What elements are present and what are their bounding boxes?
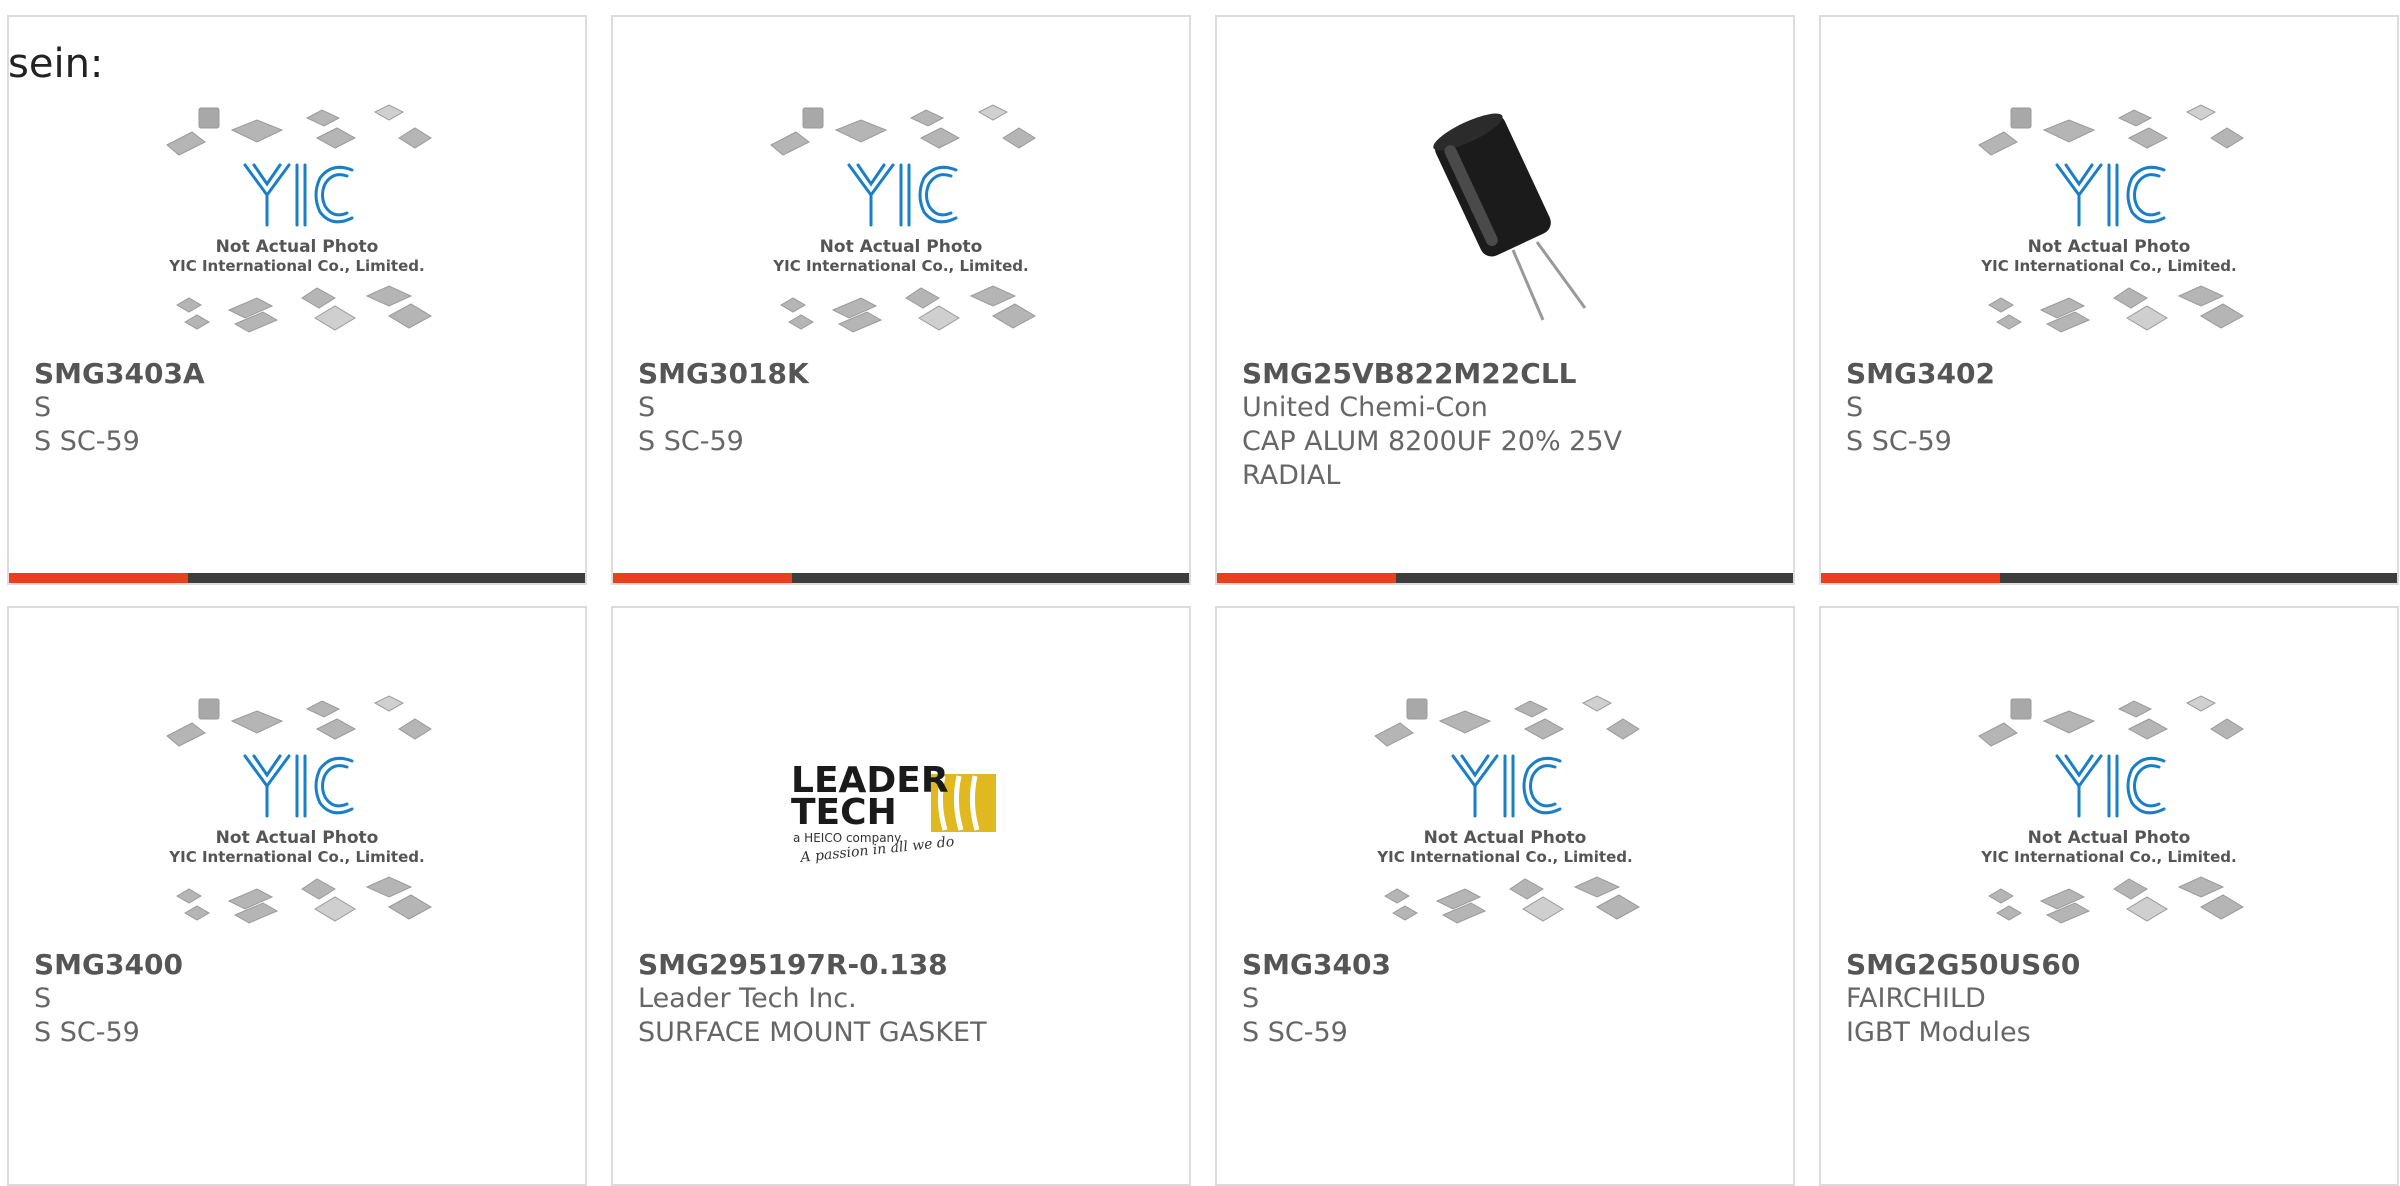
product-image[interactable]: LEADER TECH a HEICO company A passion in… xyxy=(613,668,1189,953)
placeholder-line2: YIC International Co., Limited. xyxy=(168,848,424,866)
part-number[interactable]: SMG295197R-0.138 xyxy=(638,948,1169,982)
placeholder-line1: Not Actual Photo xyxy=(1424,828,1587,848)
lead-text: sein: xyxy=(8,41,104,87)
product-card[interactable]: Not Actual Photo YIC International Co., … xyxy=(1215,606,1795,1186)
part-number[interactable]: SMG3400 xyxy=(34,948,565,982)
part-number[interactable]: SMG3403 xyxy=(1242,948,1773,982)
product-image[interactable]: Not Actual Photo YIC International Co., … xyxy=(1821,77,2397,362)
placeholder-line2: YIC International Co., Limited. xyxy=(1980,848,2236,866)
manufacturer: S xyxy=(34,392,52,423)
leadertech-logo: LEADER TECH a HEICO company A passion in… xyxy=(791,760,996,866)
product-card[interactable]: LEADER TECH a HEICO company A passion in… xyxy=(611,606,1191,1186)
card-progress-bar xyxy=(1217,573,1793,583)
card-progress-bar xyxy=(9,573,585,583)
yic-placeholder-image: Not Actual Photo YIC International Co., … xyxy=(166,694,433,924)
description: IGBT Modules xyxy=(1846,1017,2031,1048)
product-card[interactable]: Not Actual Photo YIC International Co., … xyxy=(1819,606,2399,1186)
description: SURFACE MOUNT GASKET xyxy=(638,1017,987,1048)
card-progress-fill xyxy=(1821,573,2000,583)
part-number[interactable]: SMG3018K xyxy=(638,357,1169,391)
placeholder-line2: YIC International Co., Limited. xyxy=(1980,257,2236,275)
yic-placeholder-image: Not Actual Photo YIC International Co., … xyxy=(166,103,433,333)
placeholder-line1: Not Actual Photo xyxy=(2028,237,2191,257)
description: S SC-59 xyxy=(34,426,140,457)
manufacturer: S xyxy=(34,983,52,1014)
placeholder-line2: YIC International Co., Limited. xyxy=(772,257,1028,275)
description: S SC-59 xyxy=(1846,426,1952,457)
card-progress-bar xyxy=(1821,573,2397,583)
manufacturer: Leader Tech Inc. xyxy=(638,983,857,1014)
part-number[interactable]: SMG25VB822M22CLL xyxy=(1242,357,1773,391)
product-card[interactable]: SMG25VB822M22CLL United Chemi-Con CAP ALUM… xyxy=(1215,15,1795,585)
card-progress-fill xyxy=(9,573,188,583)
yic-placeholder-image: Not Actual Photo YIC International Co., … xyxy=(1978,694,2245,924)
yic-placeholder-image: Not Actual Photo YIC International Co., … xyxy=(1374,694,1641,924)
placeholder-line2: YIC International Co., Limited. xyxy=(168,257,424,275)
manufacturer: FAIRCHILD xyxy=(1846,983,1986,1014)
manufacturer: S xyxy=(638,392,656,423)
product-image[interactable]: Not Actual Photo YIC International Co., … xyxy=(613,77,1189,362)
product-card[interactable]: Not Actual Photo YIC International Co., … xyxy=(611,15,1191,585)
description: S SC-59 xyxy=(1242,1017,1348,1048)
product-info: SMG3400 S S SC-59 xyxy=(34,948,565,1050)
product-image[interactable]: Not Actual Photo YIC International Co., … xyxy=(1217,668,1793,953)
manufacturer: S xyxy=(1242,983,1260,1014)
placeholder-line2: YIC International Co., Limited. xyxy=(1376,848,1632,866)
product-info: SMG3018K S S SC-59 xyxy=(638,357,1169,459)
yic-placeholder-image: Not Actual Photo YIC International Co., … xyxy=(1978,103,2245,333)
product-card[interactable]: Not Actual Photo YIC International Co., … xyxy=(1819,15,2399,585)
product-image[interactable]: Not Actual Photo YIC International Co., … xyxy=(9,77,585,362)
placeholder-line1: Not Actual Photo xyxy=(2028,828,2191,848)
capacitor-photo xyxy=(1433,113,1587,321)
product-info: SMG2G50US60 FAIRCHILD IGBT Modules xyxy=(1846,948,2377,1050)
product-image[interactable]: Not Actual Photo YIC International Co., … xyxy=(1821,668,2397,953)
product-info: SMG295197R-0.138 Leader Tech Inc. SURFACE … xyxy=(638,948,1169,1050)
logo-word2: TECH xyxy=(791,792,897,833)
part-number[interactable]: SMG2G50US60 xyxy=(1846,948,2377,982)
placeholder-line1: Not Actual Photo xyxy=(820,237,983,257)
product-info: SMG3402 S S SC-59 xyxy=(1846,357,2377,459)
placeholder-line1: Not Actual Photo xyxy=(216,828,379,848)
product-info: SMG3403 S S SC-59 xyxy=(1242,948,1773,1050)
card-progress-fill xyxy=(613,573,792,583)
placeholder-line1: Not Actual Photo xyxy=(216,237,379,257)
product-image[interactable]: Not Actual Photo YIC International Co., … xyxy=(9,668,585,953)
description: CAP ALUM 8200UF 20% 25V xyxy=(1242,426,1623,457)
product-card[interactable]: Not Actual Photo YIC International Co., … xyxy=(7,15,587,585)
product-info: SMG3403A S S SC-59 xyxy=(34,357,565,459)
product-grid: Not Actual Photo YIC International Co., … xyxy=(0,0,2400,1186)
product-image[interactable] xyxy=(1217,77,1793,362)
manufacturer: United Chemi-Con xyxy=(1242,392,1488,423)
description: S SC-59 xyxy=(34,1017,140,1048)
card-progress-bar xyxy=(613,573,1189,583)
description: S SC-59 xyxy=(638,426,744,457)
product-info: SMG25VB822M22CLL United Chemi-Con CAP ALUM… xyxy=(1242,357,1773,493)
card-progress-fill xyxy=(1217,573,1396,583)
part-number[interactable]: SMG3402 xyxy=(1846,357,2377,391)
description-cont: RADIAL xyxy=(1242,460,1341,491)
part-number[interactable]: SMG3403A xyxy=(34,357,565,391)
manufacturer: S xyxy=(1846,392,1864,423)
yic-placeholder-image: Not Actual Photo YIC International Co., … xyxy=(770,103,1037,333)
product-card[interactable]: Not Actual Photo YIC International Co., … xyxy=(7,606,587,1186)
